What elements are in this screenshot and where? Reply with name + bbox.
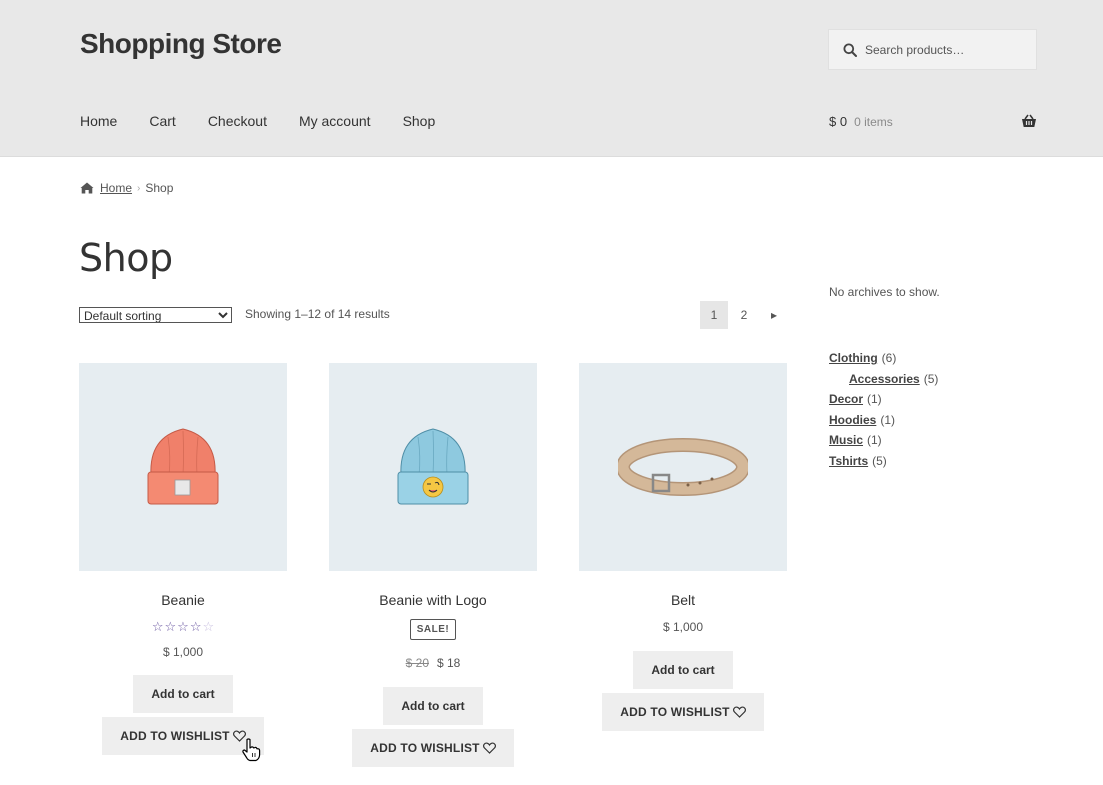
product-card: Beanie ☆ ☆ ☆ ☆ ☆ $ 1,000 Add to cart ADD… bbox=[79, 363, 287, 755]
cart-item-count: 0 items bbox=[854, 114, 893, 129]
nav-cart[interactable]: Cart bbox=[149, 113, 175, 129]
category-link[interactable]: Clothing bbox=[829, 351, 878, 372]
product-name[interactable]: Beanie bbox=[79, 592, 287, 608]
category-item-tshirts: Tshirts (5) bbox=[829, 454, 938, 475]
belt-icon bbox=[618, 438, 748, 496]
breadcrumb: Home › Shop bbox=[80, 181, 173, 195]
category-link[interactable]: Tshirts bbox=[829, 454, 868, 475]
product-image[interactable] bbox=[579, 363, 787, 571]
cart-amount: $ 0 bbox=[829, 114, 848, 129]
home-icon bbox=[80, 182, 94, 194]
nav-home[interactable]: Home bbox=[80, 113, 117, 129]
product-name[interactable]: Beanie with Logo bbox=[329, 592, 537, 608]
next-page-icon[interactable]: ▸ bbox=[760, 301, 788, 329]
sale-price: $ 18 bbox=[437, 656, 461, 670]
sorting-select[interactable]: Default sorting bbox=[79, 307, 232, 323]
wishlist-label: ADD TO WISHLIST bbox=[370, 741, 480, 755]
product-card: Beanie with Logo SALE! $ 20 $ 18 Add to c… bbox=[329, 363, 537, 767]
add-to-cart-button[interactable]: Add to cart bbox=[383, 687, 483, 725]
header-cart[interactable]: $ 0 0 items bbox=[829, 114, 1037, 129]
breadcrumb-home[interactable]: Home bbox=[100, 181, 132, 195]
nav-shop[interactable]: Shop bbox=[403, 113, 436, 129]
page-1[interactable]: 1 bbox=[700, 301, 728, 329]
site-title[interactable]: Shopping Store bbox=[80, 28, 282, 60]
heart-icon bbox=[482, 742, 496, 754]
star-full-icon: ☆ bbox=[177, 619, 189, 634]
search-input[interactable] bbox=[865, 42, 1025, 57]
sale-badge: SALE! bbox=[409, 619, 457, 640]
category-link[interactable]: Decor bbox=[829, 392, 863, 413]
category-count: (1) bbox=[867, 433, 882, 447]
category-count: (6) bbox=[881, 351, 897, 365]
page-2[interactable]: 2 bbox=[730, 301, 758, 329]
add-to-wishlist-button[interactable]: ADD TO WISHLIST bbox=[602, 693, 764, 731]
star-full-icon: ☆ bbox=[164, 619, 177, 634]
breadcrumb-separator: › bbox=[137, 182, 141, 194]
add-to-cart-button[interactable]: Add to cart bbox=[633, 651, 733, 689]
main-nav: Home Cart Checkout My account Shop bbox=[80, 113, 467, 129]
search-icon bbox=[843, 43, 857, 57]
star-empty-icon: ☆ bbox=[202, 619, 215, 634]
product-card: Belt $ 1,000 Add to cart ADD TO WISHLIST bbox=[579, 363, 787, 731]
basket-icon[interactable] bbox=[1021, 114, 1037, 128]
product-categories: Clothing (6) Accessories (5) Decor (1) H… bbox=[829, 351, 938, 474]
beanie-blue-logo-icon bbox=[397, 428, 469, 505]
beanie-orange-icon bbox=[147, 428, 219, 505]
category-item-hoodies: Hoodies (1) bbox=[829, 413, 938, 434]
search-box[interactable] bbox=[828, 29, 1037, 70]
heart-icon bbox=[732, 706, 746, 718]
wishlist-label: ADD TO WISHLIST bbox=[120, 729, 230, 743]
nav-checkout[interactable]: Checkout bbox=[208, 113, 267, 129]
category-count: (1) bbox=[867, 392, 882, 406]
no-archives-text: No archives to show. bbox=[829, 285, 940, 299]
nav-my-account[interactable]: My account bbox=[299, 113, 371, 129]
old-price: $ 20 bbox=[405, 656, 429, 670]
site-header: Shopping Store Home Cart Checkout My acc… bbox=[0, 0, 1103, 157]
category-link[interactable]: Music bbox=[829, 433, 863, 454]
breadcrumb-current: Shop bbox=[145, 181, 174, 195]
star-full-icon: ☆ bbox=[151, 619, 164, 634]
category-count: (1) bbox=[880, 412, 896, 427]
wishlist-label: ADD TO WISHLIST bbox=[620, 705, 730, 719]
star-half-icon: ☆ bbox=[189, 619, 202, 634]
category-count: (5) bbox=[923, 371, 939, 386]
product-price: $ 1,000 bbox=[162, 645, 204, 659]
product-name[interactable]: Belt bbox=[579, 592, 787, 608]
add-to-cart-button[interactable]: Add to cart bbox=[133, 675, 233, 713]
category-item-accessories: Accessories (5) bbox=[829, 372, 938, 393]
category-link[interactable]: Hoodies bbox=[829, 413, 876, 434]
add-to-wishlist-button[interactable]: ADD TO WISHLIST bbox=[352, 729, 514, 767]
category-item-clothing: Clothing (6) bbox=[829, 351, 938, 372]
category-link[interactable]: Accessories bbox=[849, 372, 920, 393]
category-count: (5) bbox=[872, 453, 887, 468]
star-rating: ☆ ☆ ☆ ☆ ☆ bbox=[151, 619, 214, 635]
add-to-wishlist-button[interactable]: ADD TO WISHLIST bbox=[102, 717, 264, 755]
hand-cursor-icon bbox=[242, 738, 261, 762]
product-price: $ 1,000 bbox=[662, 620, 704, 634]
category-item-music: Music (1) bbox=[829, 433, 938, 454]
product-image[interactable] bbox=[79, 363, 287, 571]
product-price: $ 20 $ 18 bbox=[329, 656, 537, 670]
category-item-decor: Decor (1) bbox=[829, 392, 938, 413]
result-count: Showing 1–12 of 14 results bbox=[245, 307, 390, 321]
pagination: 1 2 ▸ bbox=[700, 301, 790, 329]
page-title: Shop bbox=[79, 236, 173, 280]
product-image[interactable] bbox=[329, 363, 537, 571]
